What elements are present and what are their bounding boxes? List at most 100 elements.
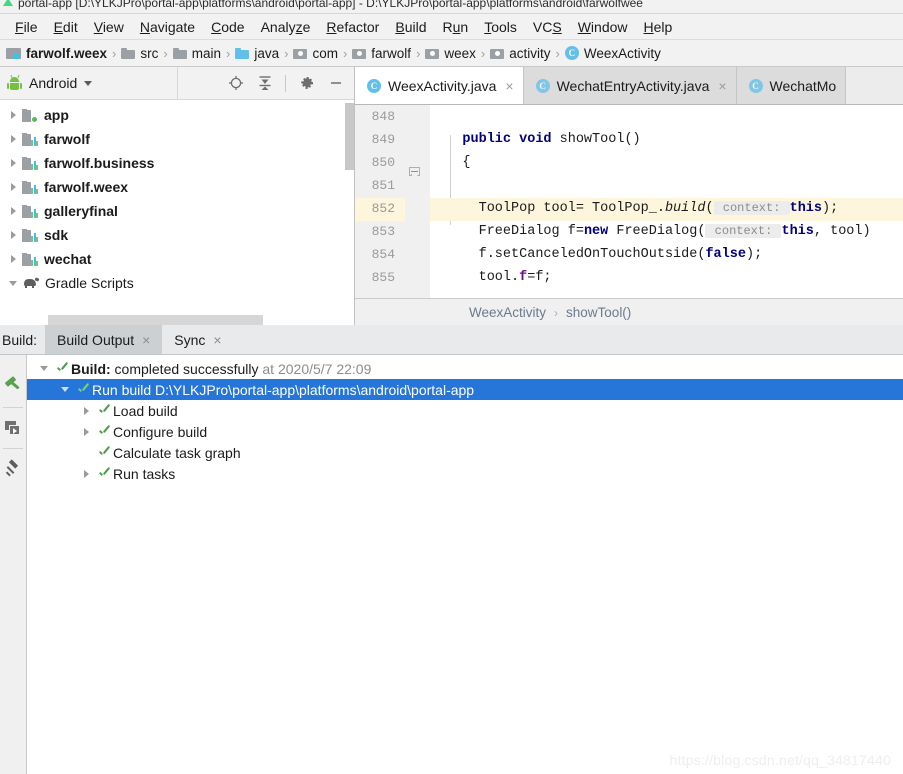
menu-item-run[interactable]: Run (435, 17, 477, 37)
build-tree-row[interactable]: Build: completed successfully at 2020/5/… (27, 358, 903, 379)
breadcrumb-item-weex[interactable]: weex (425, 46, 476, 61)
breadcrumb-item-main[interactable]: main (172, 46, 221, 61)
close-icon[interactable]: × (718, 78, 726, 94)
project-tree-scrollbar[interactable] (345, 103, 354, 170)
code-folding-strip[interactable] (405, 105, 430, 298)
gradle-elephant-icon (22, 277, 40, 289)
project-tree-item-wechat[interactable]: wechat (0, 247, 354, 271)
chevron-right-icon[interactable] (4, 159, 22, 167)
editor-tab-wechatmo[interactable]: C WechatMo (736, 67, 847, 104)
android-studio-logo-icon (3, 0, 13, 6)
close-icon[interactable]: × (213, 332, 221, 348)
project-tree-item-label: wechat (44, 251, 92, 267)
menu-item-window[interactable]: Window (570, 17, 636, 37)
build-tree-row[interactable]: Run build D:\YLKJPro\portal-app\platform… (27, 379, 903, 400)
project-tree-item-farwolf-business[interactable]: farwolf.business (0, 151, 354, 175)
chevron-right-icon[interactable] (4, 111, 22, 119)
success-check-icon (95, 468, 113, 480)
pin-icon[interactable] (0, 449, 27, 489)
editor-breadcrumb-method[interactable]: showTool() (566, 305, 631, 320)
editor-tab-label: WechatMo (769, 77, 837, 94)
breadcrumb-item-com[interactable]: com (293, 46, 338, 61)
project-tree-item-farwolf-weex[interactable]: farwolf.weex (0, 175, 354, 199)
chevron-down-icon[interactable] (35, 366, 53, 371)
breadcrumb-item-farwolf[interactable]: farwolf (352, 46, 411, 61)
build-tree-row[interactable]: Run tasks (27, 463, 903, 484)
menu-item-vcs[interactable]: VCS (525, 17, 570, 37)
breadcrumb-item-src[interactable]: src (121, 46, 158, 61)
package-icon (425, 48, 440, 59)
run-console-icon[interactable] (0, 408, 27, 448)
fold-marker-icon[interactable] (409, 167, 420, 179)
gear-icon[interactable] (298, 75, 315, 92)
module-library-icon (22, 180, 38, 194)
chevron-down-icon[interactable] (56, 387, 74, 392)
project-tree-item-farwolf[interactable]: farwolf (0, 127, 354, 151)
close-icon[interactable]: × (142, 332, 150, 348)
project-tree-item-label: galleryfinal (44, 203, 118, 219)
chevron-right-icon[interactable] (4, 135, 22, 143)
locate-icon[interactable] (227, 75, 244, 92)
menu-item-build[interactable]: Build (387, 17, 434, 37)
chevron-right-icon[interactable] (4, 207, 22, 215)
editor-tab-weexactivity-java[interactable]: C WeexActivity.java × (355, 67, 524, 104)
breadcrumb-item-label: com (312, 45, 338, 61)
project-tree-item-gradle-scripts[interactable]: Gradle Scripts (0, 271, 354, 295)
chevron-right-icon[interactable] (77, 469, 95, 478)
menu-item-file[interactable]: File (7, 17, 46, 37)
menu-item-code[interactable]: Code (203, 17, 252, 37)
editor-breadcrumb: WeexActivity › showTool() (355, 298, 903, 326)
project-tree-item-label: Gradle Scripts (45, 275, 134, 291)
editor-tab-label: WechatEntryActivity.java (556, 77, 710, 94)
chevron-down-icon[interactable] (4, 280, 22, 286)
project-tree-item-label: farwolf.business (44, 155, 155, 171)
code-text[interactable]: public void showTool() { ToolPop tool= T… (430, 105, 903, 298)
menu-item-analyze[interactable]: Analyze (253, 17, 319, 37)
project-tree-item-app[interactable]: app (0, 103, 354, 127)
project-tree-item-sdk[interactable]: sdk (0, 223, 354, 247)
chevron-right-icon[interactable] (4, 231, 22, 239)
line-number: 854 (371, 247, 395, 262)
chevron-right-icon[interactable] (4, 255, 22, 263)
breadcrumb-separator: › (416, 45, 421, 61)
project-tool-window: Android app farwolf farwolf.business far… (0, 67, 355, 326)
menu-item-view[interactable]: View (86, 17, 132, 37)
menu-item-edit[interactable]: Edit (46, 17, 86, 37)
menu-item-help[interactable]: Help (636, 17, 681, 37)
chevron-right-icon[interactable] (4, 183, 22, 191)
line-number: 852 (371, 201, 395, 216)
project-tree-item-galleryfinal[interactable]: galleryfinal (0, 199, 354, 223)
menu-item-refactor[interactable]: Refactor (318, 17, 387, 37)
build-tree-row-text: Configure build (113, 424, 207, 440)
build-tree-row[interactable]: Configure build (27, 421, 903, 442)
chevron-right-icon[interactable] (77, 427, 95, 436)
build-tab-sync[interactable]: Sync × (162, 325, 233, 354)
breadcrumb-item-java[interactable]: java (235, 46, 279, 61)
build-hammer-icon[interactable] (0, 367, 27, 407)
build-tree-row[interactable]: Load build (27, 400, 903, 421)
breadcrumb-item-WeexActivity[interactable]: C WeexActivity (564, 46, 661, 61)
editor-tab-wechatentryactivity-java[interactable]: C WechatEntryActivity.java × (523, 67, 737, 104)
build-tree-row[interactable]: Calculate task graph (27, 442, 903, 463)
build-tab-build-output[interactable]: Build Output × (45, 325, 163, 354)
collapse-all-icon[interactable] (256, 75, 273, 92)
success-check-icon (95, 426, 113, 438)
code-editor[interactable]: 848 849 850 851 852 853 854 855 public void sho… (355, 105, 903, 298)
project-tree[interactable]: app farwolf farwolf.business farwolf.weex ga… (0, 100, 354, 326)
chevron-right-icon[interactable] (77, 406, 95, 415)
build-output-tree[interactable]: Build: completed successfully at 2020/5/… (27, 355, 903, 774)
menu-item-tools[interactable]: Tools (476, 17, 525, 37)
editor-tab-bar: C WeexActivity.java × C WechatEntryActivity.… (355, 67, 903, 105)
folder-gray-icon (172, 47, 187, 59)
menu-item-navigate[interactable]: Navigate (132, 17, 203, 37)
code-line: ToolPop tool= ToolPop_.build( context: t… (430, 201, 839, 216)
breadcrumb-item-farwolf-weex[interactable]: farwolf.weex (6, 46, 107, 61)
hide-panel-icon[interactable] (327, 75, 344, 92)
breadcrumb-item-label: farwolf.weex (26, 45, 108, 61)
editor-breadcrumb-class[interactable]: WeexActivity (469, 305, 546, 320)
close-icon[interactable]: × (505, 78, 513, 94)
project-view-selector[interactable]: Android (0, 67, 178, 99)
breadcrumb-item-activity[interactable]: activity (490, 46, 551, 61)
module-green-dot-icon (22, 108, 38, 122)
package-icon (293, 48, 308, 59)
